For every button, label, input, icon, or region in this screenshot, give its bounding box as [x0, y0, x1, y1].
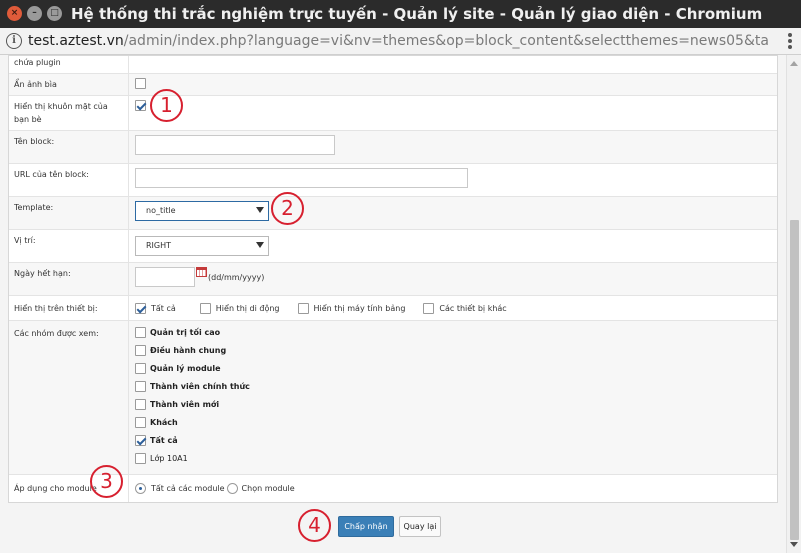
- row-block-url: URL của tên block:: [9, 164, 777, 197]
- group-checkbox[interactable]: [135, 452, 146, 464]
- apply-select-radio[interactable]: [226, 483, 238, 494]
- device-mobile-checkbox[interactable]: [199, 302, 211, 314]
- group-checkbox[interactable]: [135, 362, 146, 374]
- group-label: Quản trị tối cao: [150, 327, 221, 337]
- group-checkbox[interactable]: [135, 326, 146, 338]
- device-tablet-label: Hiển thị máy tính bảng: [313, 303, 406, 313]
- chevron-down-icon: [256, 207, 264, 213]
- address-bar[interactable]: i test.aztest.vn/admin/index.php?languag…: [0, 28, 801, 55]
- group-label: Thành viên mới: [150, 399, 220, 409]
- devices-label: Hiển thị trên thiết bị:: [9, 296, 129, 320]
- row-apply-module: Áp dụng cho module Tất cả các module Chọ…: [9, 475, 777, 502]
- show-friends-faces-checkbox[interactable]: [135, 100, 146, 111]
- block-url-label: URL của tên block:: [9, 164, 129, 196]
- row-devices: Hiển thị trên thiết bị: Tất cả Hiển thị …: [9, 296, 777, 321]
- device-all-checkbox[interactable]: [135, 302, 146, 314]
- list-item[interactable]: Thành viên chính thức: [135, 377, 771, 395]
- info-icon[interactable]: i: [6, 33, 22, 49]
- position-label: Vị trí:: [9, 230, 129, 262]
- device-other-label: Các thiết bị khác: [439, 303, 507, 313]
- position-select[interactable]: RIGHT: [135, 236, 269, 256]
- url-path: /admin/index.php?language=vi&nv=themes&o…: [123, 33, 768, 49]
- url-text[interactable]: test.aztest.vn/admin/index.php?language=…: [28, 33, 768, 49]
- list-item[interactable]: Tất cả: [135, 431, 771, 449]
- group-checkbox[interactable]: [135, 380, 146, 392]
- device-other-checkbox[interactable]: [423, 302, 435, 314]
- group-checkbox[interactable]: [135, 416, 146, 428]
- hide-cover-checkbox[interactable]: [135, 78, 146, 89]
- expiry-hint: (dd/mm/yyyy): [208, 273, 265, 282]
- device-mobile-label: Hiển thị di động: [215, 303, 280, 313]
- block-url-input[interactable]: [135, 168, 468, 188]
- device-all-label: Tất cả: [151, 303, 176, 313]
- row-expiry: Ngày hết hạn: (dd/mm/yyyy): [9, 263, 777, 296]
- block-name-label: Tên block:: [9, 131, 129, 163]
- list-item[interactable]: Quản lý module: [135, 359, 771, 377]
- apply-all-label: Tất cả các module: [151, 484, 225, 493]
- list-item[interactable]: Quản trị tối cao: [135, 323, 771, 341]
- vertical-scrollbar[interactable]: [786, 55, 801, 553]
- calendar-icon[interactable]: [196, 267, 207, 277]
- device-tablet-checkbox[interactable]: [297, 302, 309, 314]
- template-label: Template:: [9, 197, 129, 229]
- window-minimize-button[interactable]: –: [27, 6, 42, 21]
- annotation-3: 3: [90, 465, 123, 498]
- row-show-friends: Hiển thị khuôn mặt của bạn bè: [9, 96, 777, 131]
- block-config-form: chứa plugin Ẩn ảnh bìa Hiển thị khuôn mặ…: [8, 55, 778, 503]
- row-groups: Các nhóm được xem: Quản trị tối cao Điều…: [9, 321, 777, 475]
- group-checkbox[interactable]: [135, 398, 146, 410]
- template-select[interactable]: no_title: [135, 201, 269, 221]
- row-position: Vị trí: RIGHT: [9, 230, 777, 263]
- expiry-date-input[interactable]: [135, 267, 195, 287]
- group-label: Điều hành chung: [150, 345, 227, 355]
- group-checkbox[interactable]: [135, 344, 146, 356]
- block-name-input[interactable]: [135, 135, 335, 155]
- list-item[interactable]: Khách: [135, 413, 771, 431]
- show-friends-faces-label: Hiển thị khuôn mặt của bạn bè: [9, 96, 129, 130]
- annotation-1: 1: [150, 89, 183, 122]
- apply-select-label: Chọn module: [241, 484, 295, 493]
- scroll-down-icon[interactable]: [790, 542, 798, 547]
- row-block-name: Tên block:: [9, 131, 777, 164]
- back-button[interactable]: Quay lại: [399, 516, 441, 537]
- list-item[interactable]: Lớp 10A1: [135, 449, 771, 467]
- row-template: Template: no_title: [9, 197, 777, 230]
- scrollbar-thumb[interactable]: [790, 220, 799, 540]
- submit-button[interactable]: Chấp nhận: [338, 516, 394, 537]
- apply-all-radio[interactable]: [135, 483, 146, 494]
- chevron-down-icon: [256, 242, 264, 248]
- annotation-4: 4: [298, 509, 331, 542]
- scroll-up-icon[interactable]: [790, 61, 798, 66]
- annotation-2: 2: [271, 192, 304, 225]
- list-item[interactable]: Thành viên mới: [135, 395, 771, 413]
- group-label: Tất cả: [150, 435, 178, 445]
- window-close-button[interactable]: ×: [7, 6, 22, 21]
- window-titlebar: × – □ Hệ thống thi trắc nghiệm trực tuyế…: [0, 0, 801, 28]
- row-hide-cover: Ẩn ảnh bìa: [9, 74, 777, 96]
- window-maximize-button[interactable]: □: [47, 6, 62, 21]
- position-value: RIGHT: [146, 241, 172, 250]
- template-value: no_title: [146, 206, 176, 215]
- group-checkbox[interactable]: [135, 434, 146, 446]
- page-viewport: chứa plugin Ẩn ảnh bìa Hiển thị khuôn mặ…: [0, 55, 786, 553]
- hide-cover-label: Ẩn ảnh bìa: [9, 74, 129, 95]
- groups-label: Các nhóm được xem:: [9, 321, 129, 474]
- group-label: Lớp 10A1: [150, 453, 188, 463]
- url-host: test.aztest.vn: [28, 33, 124, 49]
- list-item[interactable]: Điều hành chung: [135, 341, 771, 359]
- plugin-label: chứa plugin: [9, 56, 129, 73]
- group-label: Khách: [150, 417, 178, 427]
- window-title: Hệ thống thi trắc nghiệm trực tuyến - Qu…: [71, 5, 763, 23]
- row-plugin: chứa plugin: [9, 56, 777, 74]
- expiry-label: Ngày hết hạn:: [9, 263, 129, 295]
- browser-menu-icon[interactable]: [787, 33, 793, 49]
- group-label: Quản lý module: [150, 363, 221, 373]
- group-label: Thành viên chính thức: [150, 381, 250, 391]
